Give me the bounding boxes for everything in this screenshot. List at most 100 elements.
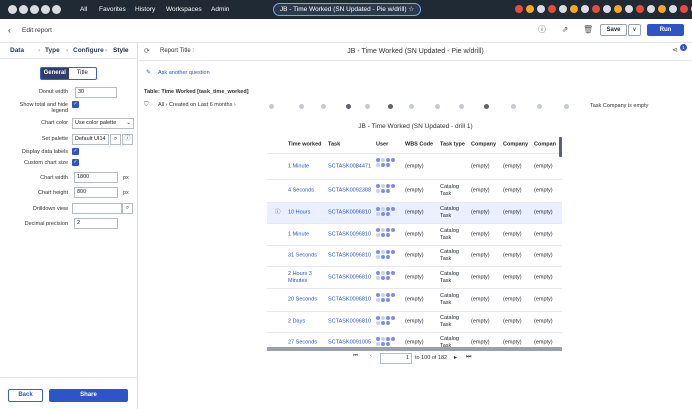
avatar-icon[interactable] [603, 5, 611, 13]
column-header[interactable]: Time worked [288, 142, 322, 149]
column-header[interactable]: Company [503, 142, 528, 149]
page-title-pill[interactable]: JB - Time Worked (SN Updated - Pie w/dri… [273, 3, 421, 16]
task-link[interactable]: SCTASK0096810 [328, 297, 371, 304]
table-row[interactable]: 1 Minute SCTASK0084471 (empty) (empty) (empt… [267, 154, 562, 180]
row-info-icon[interactable]: ⓘ [275, 210, 281, 217]
nav-admin[interactable]: Admin [211, 6, 229, 13]
time-worked-link[interactable]: 31 Seconds [288, 253, 324, 260]
filter-created[interactable]: Created on Last 6 months [169, 102, 232, 108]
palette-input[interactable]: Default UI14 [72, 134, 109, 145]
share-button[interactable]: Share [49, 389, 128, 402]
time-worked-link[interactable]: 27 Seconds [288, 339, 324, 346]
table-row[interactable]: 2 Hours 3 Minutes SCTASK0096810 (empty) Cat… [267, 267, 562, 289]
filter-all[interactable]: All [158, 102, 164, 108]
decimal-precision-input[interactable]: 2 [74, 218, 118, 229]
table-row[interactable]: 20 Seconds SCTASK0096810 (empty) Catalog Ta… [267, 289, 562, 312]
search-icon[interactable]: ⌕ [110, 134, 121, 145]
run-button[interactable]: Run [647, 24, 684, 36]
task-link[interactable]: SCTASK0096810 [328, 231, 371, 238]
column-header[interactable]: Compan [534, 142, 556, 149]
back-chevron-icon[interactable]: ‹ [8, 26, 11, 35]
avatar-icon[interactable] [625, 5, 633, 13]
time-worked-link[interactable]: 10 Hours [288, 210, 324, 217]
task-link[interactable]: SCTASK0092388 [328, 188, 371, 195]
time-worked-link[interactable]: 4 Seconds [288, 188, 324, 195]
avatar-icon[interactable] [669, 5, 677, 13]
avatar-icon[interactable] [581, 5, 589, 13]
avatar-icon[interactable] [658, 5, 666, 13]
back-button[interactable]: Back [8, 389, 43, 402]
display-labels-checkbox[interactable]: ✓ [72, 148, 79, 155]
avatar-icon[interactable] [515, 5, 523, 13]
avatar-icon[interactable] [647, 5, 655, 13]
info-icon[interactable]: ⓘ [537, 25, 547, 35]
chart-color-select[interactable]: Use color palette ⌄ [72, 118, 134, 129]
column-header[interactable]: Company [471, 142, 496, 149]
show-total-checkbox[interactable]: ✓ [72, 101, 79, 108]
pager-last[interactable]: ⏭ [466, 354, 471, 361]
filter-icon[interactable]: ⛉ [144, 102, 149, 109]
column-header[interactable]: Task [328, 142, 340, 149]
pager-first[interactable]: ⏮ [353, 353, 358, 360]
column-header[interactable]: User [376, 142, 388, 149]
chart-width-input[interactable]: 1800 [74, 172, 118, 183]
table-row[interactable]: 27 Seconds SCTASK0091005 (empty) Catalog Ta… [267, 333, 562, 348]
avatar-icon[interactable] [570, 5, 578, 13]
filter-company[interactable]: Task Company is empty [590, 103, 648, 109]
ask-question-link[interactable]: Ask another question [158, 70, 210, 76]
avatar-icon[interactable] [636, 5, 644, 13]
avatar-icon[interactable] [680, 5, 688, 13]
segment-title[interactable]: Title [69, 68, 97, 79]
table-row[interactable]: 1 Minute SCTASK0096810 (empty) Catalog Task… [267, 224, 562, 246]
column-header[interactable]: Task type [440, 142, 465, 149]
export-icon[interactable]: ⇗ [560, 25, 570, 35]
pager-prev[interactable]: ‹ [370, 353, 372, 359]
task-link[interactable]: SCTASK0096810 [328, 210, 371, 217]
nav-favorites[interactable]: Favorites [99, 6, 126, 13]
avatar-icon[interactable] [537, 5, 545, 13]
search-icon[interactable]: ⌕ [122, 203, 133, 214]
chart-height-input[interactable]: 800 [74, 187, 118, 198]
task-link[interactable]: SCTASK0096810 [328, 274, 371, 281]
table-row[interactable]: 2 Days SCTASK0096810 (empty) Catalog Task (e… [267, 312, 562, 333]
user-controls[interactable] [515, 5, 692, 13]
avatar-icon[interactable] [592, 5, 600, 13]
task-link[interactable]: SCTASK0096810 [328, 319, 371, 326]
task-link[interactable]: SCTASK0096810 [328, 253, 371, 260]
tab-style[interactable]: Style [113, 47, 129, 54]
nav-workspaces[interactable]: Workspaces [166, 6, 202, 13]
save-button[interactable]: Save [600, 24, 627, 36]
delete-icon[interactable]: 🗑 [583, 25, 593, 35]
time-worked-link[interactable]: 1 Minute [288, 163, 324, 170]
info-icon[interactable]: ⓘ [122, 134, 133, 145]
task-link[interactable]: SCTASK0084471 [328, 163, 371, 170]
segment-general[interactable]: General [41, 68, 69, 79]
page-input[interactable]: 1 [380, 353, 412, 364]
avatar-icon[interactable] [526, 5, 534, 13]
table-row[interactable]: 31 Seconds SCTASK0096810 (empty) Catalog Ta… [267, 246, 562, 267]
donut-width-input[interactable]: 30 [75, 87, 117, 98]
drilldown-input[interactable] [72, 203, 122, 214]
time-worked-link[interactable]: 2 Days [288, 319, 324, 326]
table-row[interactable]: 4 Seconds SCTASK0092388 (empty) Catalog Tas… [267, 180, 562, 203]
time-worked-link[interactable]: 1 Minute [288, 231, 324, 238]
column-header[interactable]: WBS Code [405, 142, 433, 149]
star-icon[interactable]: ☆ [408, 6, 414, 13]
time-worked-link[interactable]: 20 Seconds [288, 297, 324, 304]
time-worked-link[interactable]: 2 Hours 3 Minutes [288, 271, 324, 285]
tab-data[interactable]: Data [10, 47, 24, 54]
avatar-icon[interactable] [614, 5, 622, 13]
avatar-icon[interactable] [548, 5, 556, 13]
scrollbar[interactable] [559, 137, 562, 157]
task-link[interactable]: SCTASK0091005 [328, 339, 371, 346]
avatar-icon[interactable] [559, 5, 567, 13]
nav-history[interactable]: History [135, 6, 155, 13]
pager-next[interactable]: ▸ [454, 354, 457, 361]
report-title[interactable]: JB - Time Worked (SN Updated - Pie w/dri… [139, 48, 692, 55]
tab-configure[interactable]: Configure [73, 47, 104, 54]
nav-all[interactable]: All [80, 6, 87, 13]
filter-breadcrumb[interactable]: All › Created on Last 6 months › [158, 102, 236, 108]
custom-size-checkbox[interactable]: ✓ [72, 159, 79, 166]
logo[interactable] [8, 5, 61, 14]
table-row[interactable]: ⓘ 10 Hours SCTASK0096810 (empty) Catalog Tas… [267, 203, 562, 224]
